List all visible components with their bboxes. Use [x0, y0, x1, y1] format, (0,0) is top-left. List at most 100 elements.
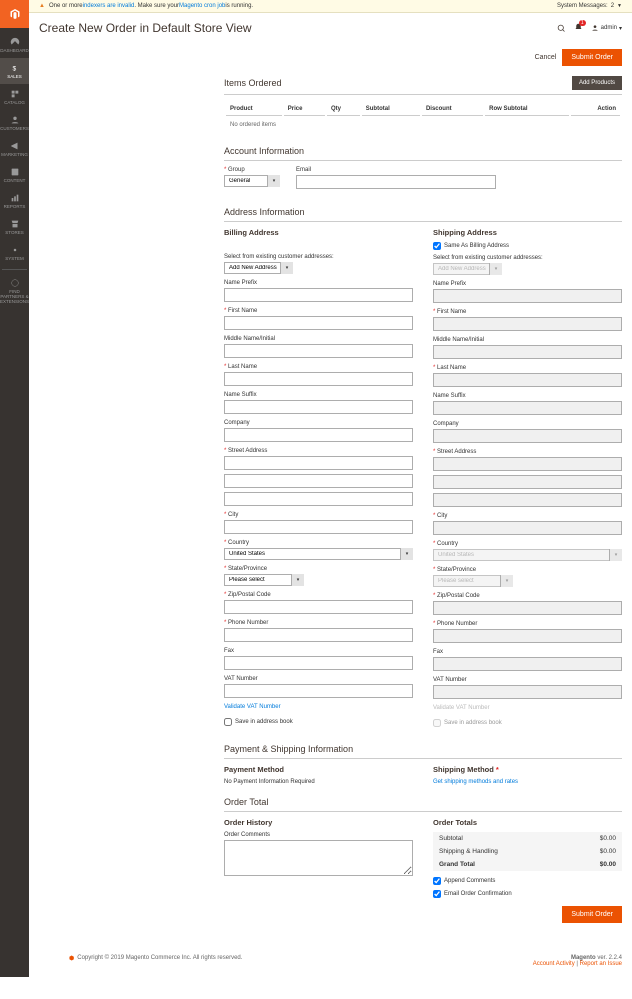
billing-suffix-input[interactable]: [224, 400, 413, 414]
billing-phone-input[interactable]: [224, 628, 413, 642]
billing-street1-input[interactable]: [224, 456, 413, 470]
svg-text:$: $: [12, 66, 16, 73]
col-price: Price: [284, 103, 325, 116]
chevron-down-icon: ▾: [619, 25, 622, 32]
shipping-suffix-label: Name Suffix: [433, 393, 622, 399]
account-info-title: Account Information: [224, 146, 622, 161]
billing-first-input[interactable]: [224, 316, 413, 330]
shipping-fax-label: Fax: [433, 649, 622, 655]
group-select[interactable]: General: [224, 175, 280, 187]
admin-sidebar: DASHBOARD $SALES CATALOG CUSTOMERS MARKE…: [0, 0, 29, 977]
nav-catalog[interactable]: CATALOG: [0, 84, 29, 110]
submit-order-button[interactable]: Submit Order: [562, 49, 622, 66]
shipping-middle-input: [433, 345, 622, 359]
billing-street3-input[interactable]: [224, 492, 413, 506]
add-products-button[interactable]: Add Products: [572, 76, 622, 90]
append-comments-checkbox[interactable]: [433, 877, 441, 885]
get-shipping-methods-link[interactable]: Get shipping methods and rates: [433, 779, 622, 785]
billing-company-label: Company: [224, 420, 413, 426]
cancel-button[interactable]: Cancel: [535, 49, 557, 66]
sysmsg-text: . Make sure your: [134, 3, 179, 9]
sysmsg-counter[interactable]: System Messages: 2 ▼: [557, 3, 622, 9]
billing-zip-input[interactable]: [224, 600, 413, 614]
shipping-middle-label: Middle Name/Initial: [433, 337, 622, 343]
email-confirmation[interactable]: Email Order Confirmation: [433, 890, 622, 898]
shipping-company-label: Company: [433, 421, 622, 427]
billing-prefix-input[interactable]: [224, 288, 413, 302]
billing-company-input[interactable]: [224, 428, 413, 442]
col-action: Action: [571, 103, 620, 116]
shipping-company-input: [433, 429, 622, 443]
billing-suffix-label: Name Suffix: [224, 392, 413, 398]
sysmsg-text: is running.: [225, 3, 253, 9]
billing-city-input[interactable]: [224, 520, 413, 534]
magento-logo[interactable]: [0, 0, 29, 28]
nav-reports[interactable]: REPORTS: [0, 188, 29, 214]
shipping-first-label: First Name: [433, 309, 466, 315]
magento-icon: ⬢: [69, 955, 74, 962]
email-input[interactable]: [296, 175, 496, 189]
append-comments[interactable]: Append Comments: [433, 877, 622, 885]
billing-last-input[interactable]: [224, 372, 413, 386]
nav-label: CONTENT: [4, 178, 26, 183]
warning-icon: ▲: [39, 3, 45, 9]
billing-existing-select[interactable]: Add New Address: [224, 262, 293, 274]
submit-order-button-bottom[interactable]: Submit Order: [562, 906, 622, 923]
shipping-save-book-checkbox: [433, 719, 441, 727]
nav-partners[interactable]: FIND PARTNERS & EXTENSIONS: [0, 273, 29, 309]
admin-user-menu[interactable]: admin ▾: [591, 24, 622, 32]
billing-vat-label: VAT Number: [224, 676, 413, 682]
billing-state-select[interactable]: Please select: [224, 574, 304, 586]
footer-report-issue-link[interactable]: Report an Issue: [580, 961, 622, 967]
nav-marketing[interactable]: MARKETING: [0, 136, 29, 162]
shipping-vat-input: [433, 685, 622, 699]
footer-account-activity-link[interactable]: Account Activity: [533, 961, 575, 967]
shipping-zip-input: [433, 601, 622, 615]
sysmsg-counter-count: 2: [611, 3, 614, 9]
shipping-city-label: City: [433, 513, 447, 519]
col-product: Product: [226, 103, 282, 116]
nav-label: FIND PARTNERS & EXTENSIONS: [0, 289, 29, 304]
payment-method-msg: No Payment Information Required: [224, 779, 413, 785]
notifications-icon[interactable]: 1: [574, 23, 583, 34]
nav-customers[interactable]: CUSTOMERS: [0, 110, 29, 136]
nav-dashboard[interactable]: DASHBOARD: [0, 32, 29, 58]
billing-country-select[interactable]: United States: [224, 548, 413, 560]
billing-state-label: State/Province: [224, 566, 267, 572]
sysmsg-link-indexers[interactable]: indexers are invalid: [83, 3, 135, 9]
totals-subtotal-label: Subtotal: [439, 835, 463, 842]
sysmsg-link-cron[interactable]: Magento cron job: [179, 3, 225, 9]
shipping-country-label: Country: [433, 541, 458, 547]
nav-content[interactable]: CONTENT: [0, 162, 29, 188]
nav-sales[interactable]: $SALES: [0, 58, 29, 84]
notif-badge: 1: [579, 20, 586, 26]
nav-label: CUSTOMERS: [0, 126, 29, 131]
email-confirmation-checkbox[interactable]: [433, 890, 441, 898]
shipping-state-label: State/Province: [433, 567, 476, 573]
billing-save-book-checkbox[interactable]: [224, 718, 232, 726]
search-icon[interactable]: [557, 24, 566, 33]
nav-system[interactable]: SYSTEM: [0, 240, 29, 266]
same-as-billing-label: Same As Billing Address: [444, 243, 509, 249]
group-label: Group: [224, 167, 245, 173]
same-as-billing-checkbox[interactable]: [433, 242, 441, 250]
billing-street2-input[interactable]: [224, 474, 413, 488]
billing-last-label: Last Name: [224, 364, 257, 370]
same-as-billing[interactable]: Same As Billing Address: [433, 242, 622, 250]
order-comments-textarea[interactable]: [224, 840, 413, 876]
admin-user-label: admin: [601, 25, 617, 31]
billing-fax-input[interactable]: [224, 656, 413, 670]
billing-middle-input[interactable]: [224, 344, 413, 358]
billing-save-book[interactable]: Save in address book: [224, 718, 413, 726]
shipping-save-book-label: Save in address book: [444, 720, 502, 726]
page-title: Create New Order in Default Store View: [39, 21, 252, 35]
nav-stores[interactable]: STORES: [0, 214, 29, 240]
billing-vat-input[interactable]: [224, 684, 413, 698]
order-totals-table: Subtotal$0.00 Shipping & Handling$0.00 G…: [433, 832, 622, 871]
email-confirmation-label: Email Order Confirmation: [444, 891, 512, 897]
billing-prefix-label: Name Prefix: [224, 280, 413, 286]
billing-title: Billing Address: [224, 228, 413, 237]
nav-label: REPORTS: [4, 204, 26, 209]
shipping-method-title: Shipping Method: [433, 765, 622, 774]
order-history-title: Order History: [224, 818, 413, 827]
